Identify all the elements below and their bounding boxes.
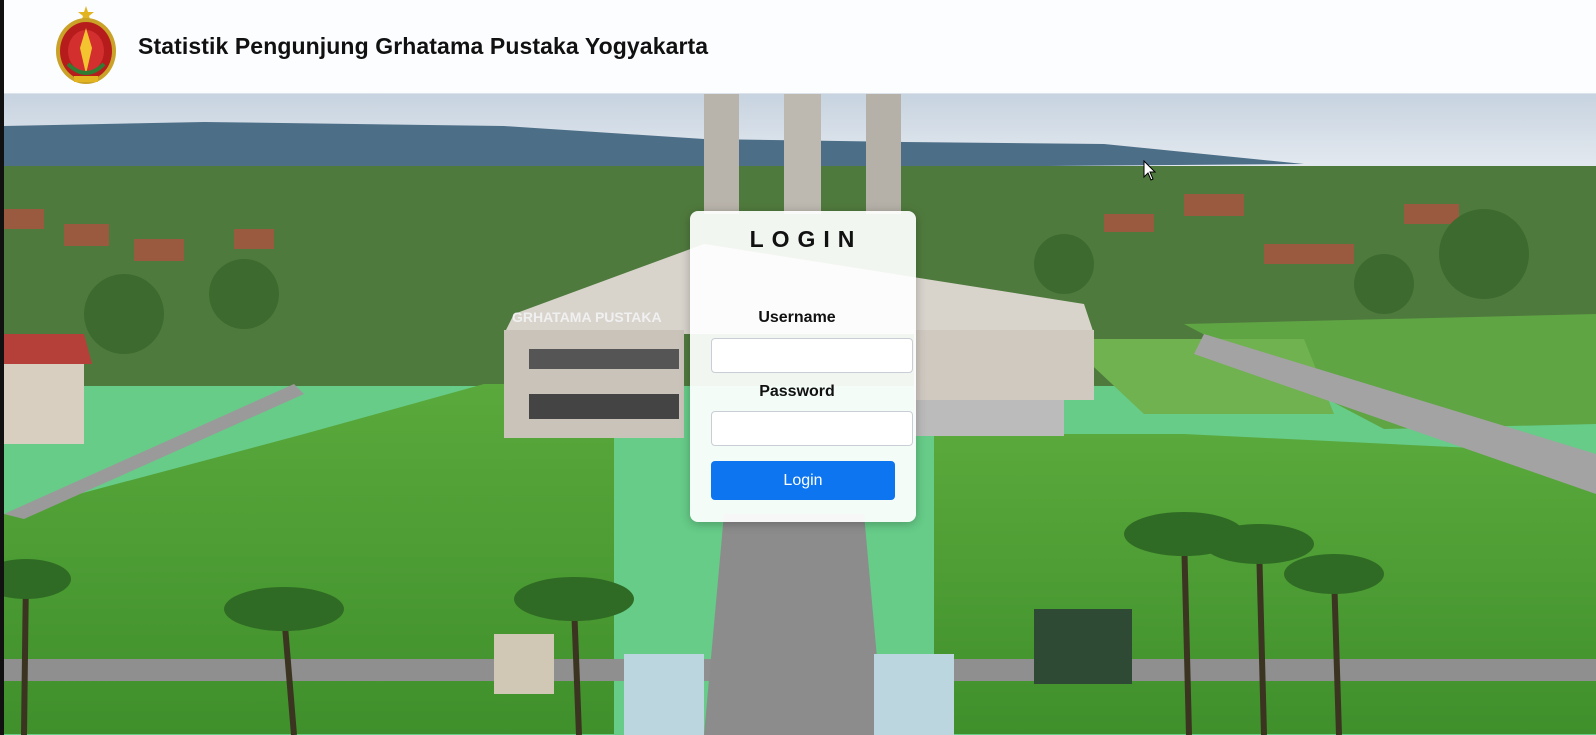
- page-title: Statistik Pengunjung Grhatama Pustaka Yo…: [138, 33, 709, 59]
- password-label: Password: [759, 383, 835, 400]
- login-title: LOGIN: [749, 226, 863, 252]
- mouse-cursor-icon: [1143, 160, 1157, 181]
- password-field[interactable]: [711, 411, 913, 446]
- building-sign: GRHATAMA PUSTAKA: [512, 309, 662, 325]
- login-form: LOGIN Username Password Login: [690, 211, 916, 522]
- login-button[interactable]: Login: [711, 461, 895, 500]
- yogyakarta-emblem-icon: [56, 6, 116, 84]
- username-field[interactable]: [711, 338, 913, 373]
- site-header: Statistik Pengunjung Grhatama Pustaka Yo…: [4, 0, 1596, 94]
- username-label: Username: [758, 309, 836, 326]
- app-frame: Statistik Pengunjung Grhatama Pustaka Yo…: [4, 0, 1596, 735]
